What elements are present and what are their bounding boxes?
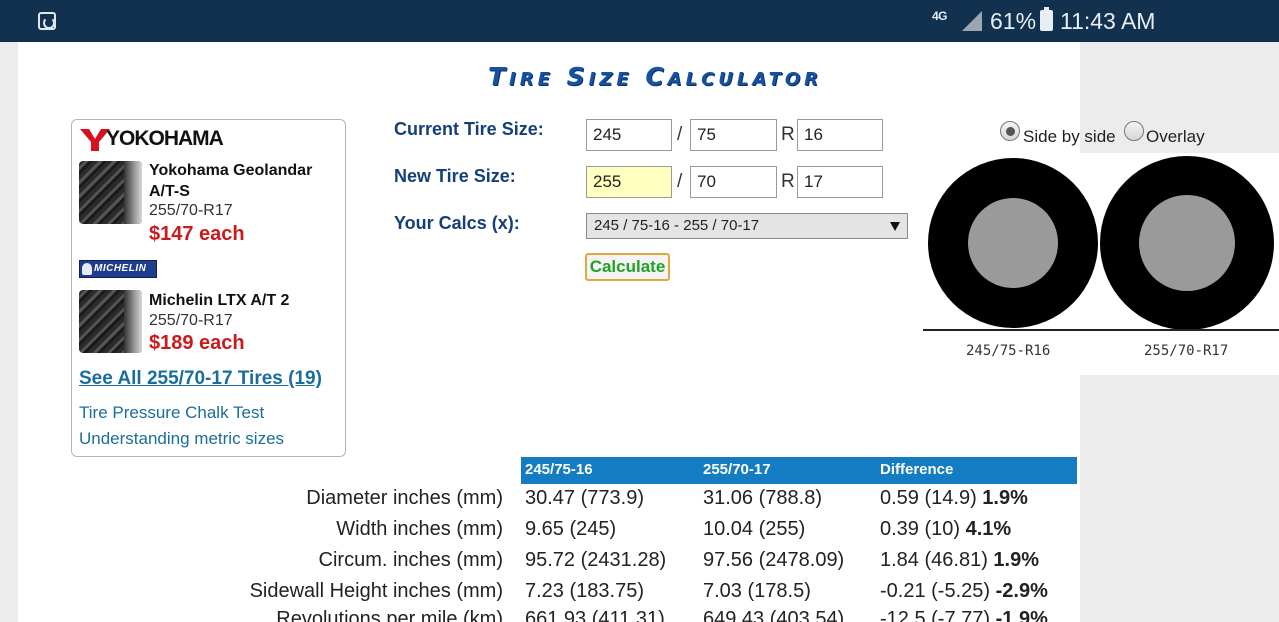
row-label: Diameter inches (mm) — [306, 487, 503, 509]
difference-percent: 4.1% — [965, 518, 1012, 540]
side-by-side-radio[interactable] — [1000, 121, 1020, 141]
new-value: 31.06 (788.8) — [703, 487, 822, 509]
metric-sizes-link[interactable]: Understanding metric sizes — [79, 429, 284, 449]
current-aspect-input[interactable]: 75 — [690, 119, 777, 151]
battery-icon — [1040, 7, 1053, 31]
new-tire-caption: 255/70-R17 — [1144, 343, 1229, 359]
column-header: 255/70-17 — [703, 461, 771, 478]
product-name-line[interactable]: Yokohama Geolandar — [149, 160, 312, 181]
new-size-label: New Tire Size: — [394, 166, 516, 186]
new-value: 649.43 (403.54) — [703, 608, 845, 622]
current-value: 30.47 (773.9) — [525, 487, 644, 509]
difference-amount: -12.5 (-7.77) — [880, 608, 991, 622]
tire-comparison-image: 245/75-R16 255/70-R17 — [923, 153, 1279, 375]
product-name[interactable]: Yokohama Geolandar A/T-S — [149, 160, 312, 202]
difference-amount: 1.84 (46.81) — [880, 549, 988, 571]
see-all-tires-link[interactable]: See All 255/70-17 Tires (19) — [79, 368, 322, 390]
tire-thumbnail[interactable] — [79, 161, 142, 224]
difference-percent: -1.9% — [995, 608, 1048, 622]
tire-diagram — [923, 156, 1279, 331]
current-width-input[interactable]: 245 — [586, 119, 672, 151]
new-value: 7.03 (178.5) — [703, 580, 811, 602]
difference-value: 1.84 (46.81) 1.9% — [880, 549, 1039, 572]
product-size: 255/70-R17 — [149, 202, 233, 219]
new-value: 97.56 (2478.09) — [703, 549, 845, 571]
column-header: Difference — [880, 461, 954, 478]
difference-amount: -0.21 (-5.25) — [880, 580, 991, 602]
pressure-test-link[interactable]: Tire Pressure Chalk Test — [79, 403, 264, 423]
current-size-label: Current Tire Size: — [394, 119, 544, 139]
calcs-label: Your Calcs (x): — [394, 213, 520, 233]
michelin-brand-text: MICHELIN — [94, 263, 147, 274]
new-width-input[interactable]: 255 — [586, 166, 672, 198]
results-table-header: 245/75-16 255/70-17 Difference — [521, 457, 1077, 484]
new-value: 10.04 (255) — [703, 518, 806, 540]
new-aspect-input[interactable]: 70 — [690, 166, 777, 198]
side-by-side-label[interactable]: Side by side — [1023, 127, 1116, 147]
difference-value: 0.59 (14.9) 1.9% — [880, 487, 1028, 510]
clock: 11:43 AM — [1060, 8, 1156, 34]
slash-separator: / — [677, 171, 683, 192]
overlay-label[interactable]: Overlay — [1146, 127, 1205, 147]
network-type: 4G — [932, 9, 948, 23]
difference-percent: 1.9% — [993, 549, 1040, 571]
tire-ad-box: YOKOHAMA Yokohama Geolandar A/T-S 255/70… — [71, 119, 346, 457]
difference-percent: 1.9% — [982, 487, 1028, 509]
current-value: 7.23 (183.75) — [525, 580, 644, 602]
difference-value: -12.5 (-7.77) -1.9% — [880, 608, 1048, 622]
current-wheel-shape — [968, 198, 1058, 288]
product-size: 255/70-R17 — [149, 312, 233, 329]
current-value: 9.65 (245) — [525, 518, 617, 540]
calcs-select-value: 245 / 75-16 - 255 / 70-17 — [594, 217, 760, 234]
current-rim-input[interactable]: 16 — [797, 119, 883, 151]
current-value: 95.72 (2431.28) — [525, 549, 667, 571]
battery-percent: 61% — [990, 8, 1037, 34]
current-value: 661.93 (411.31) — [525, 608, 665, 622]
status-bar: 4G 61% 11:43 AM — [0, 0, 1279, 42]
row-label: Revolutions per mile (km) — [276, 608, 503, 622]
rim-separator: R — [781, 171, 795, 192]
difference-value: 0.39 (10) 4.1% — [880, 518, 1011, 541]
product-price: $189 each — [149, 332, 245, 354]
row-label: Sidewall Height inches (mm) — [249, 580, 503, 602]
slash-separator: / — [677, 124, 683, 145]
difference-amount: 0.39 (10) — [880, 518, 961, 540]
signal-icon — [962, 11, 982, 31]
page-gutter-left — [0, 42, 18, 622]
new-rim-input[interactable]: 17 — [797, 166, 883, 198]
tire-thumbnail[interactable] — [79, 290, 142, 353]
calculate-button[interactable]: Calculate — [585, 253, 670, 281]
rim-separator: R — [781, 124, 795, 145]
calcs-select[interactable]: 245 / 75-16 - 255 / 70-17 — [586, 213, 908, 239]
overlay-radio[interactable] — [1124, 121, 1144, 141]
app-notification-icon — [38, 12, 56, 30]
product-name[interactable]: Michelin LTX A/T 2 — [149, 290, 289, 311]
product-name-line[interactable]: A/T-S — [149, 181, 312, 202]
page-title: Tire Size Calculator — [487, 62, 823, 91]
difference-amount: 0.59 (14.9) — [880, 487, 977, 509]
new-wheel-shape — [1139, 195, 1235, 291]
product-price: $147 each — [149, 223, 245, 245]
row-label: Circum. inches (mm) — [318, 549, 503, 571]
yokohama-brand-text: YOKOHAMA — [106, 127, 224, 150]
dropdown-arrow-icon — [890, 222, 900, 231]
difference-value: -0.21 (-5.25) -2.9% — [880, 580, 1048, 603]
column-header: 245/75-16 — [525, 461, 593, 478]
michelin-logo[interactable]: MICHELIN — [79, 260, 157, 278]
row-label: Width inches (mm) — [336, 518, 503, 540]
current-tire-caption: 245/75-R16 — [966, 343, 1051, 359]
difference-percent: -2.9% — [995, 580, 1048, 602]
